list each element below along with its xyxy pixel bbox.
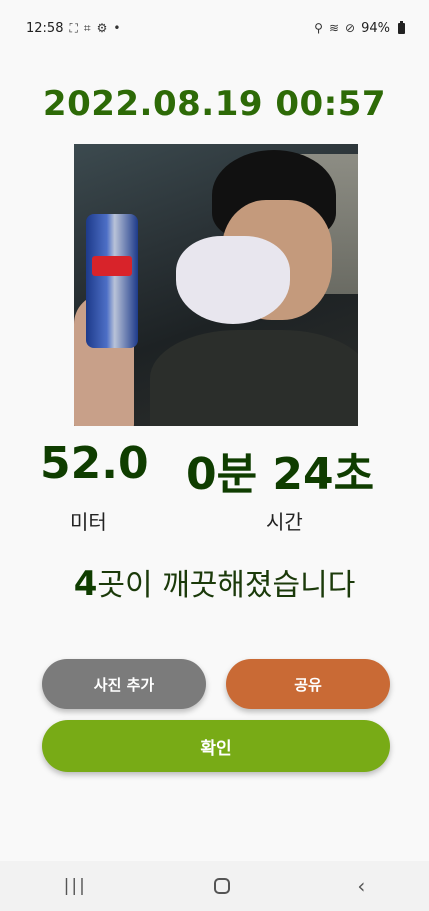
wifi-icon: ≋ — [328, 21, 340, 35]
home-icon[interactable] — [214, 878, 231, 894]
cleanup-summary: 4곳이 깨끗해졌습니다 — [0, 560, 429, 604]
add-photo-button[interactable]: 사진 추가 — [42, 659, 206, 709]
distance-value: 52.0 — [40, 438, 149, 489]
time-value: 0분 24초 — [186, 449, 375, 500]
summary-count: 4 — [73, 564, 98, 604]
recent-apps-icon[interactable]: ||| — [64, 876, 87, 896]
status-time: 12:58 — [26, 20, 64, 36]
confirm-button[interactable]: 확인 — [42, 720, 390, 772]
status-left: 12:58 ⛶ ⌗ ⚙ • — [26, 21, 120, 36]
location-icon: ⚲ — [314, 21, 323, 35]
record-photo — [74, 144, 358, 426]
battery-percent: 94% — [361, 20, 390, 36]
record-datetime: 2022.08.19 00:57 — [42, 84, 387, 124]
time-label: 시간 — [266, 510, 303, 534]
photo-mask — [176, 236, 290, 324]
back-icon[interactable]: ‹ — [357, 874, 365, 898]
screenshot-icon: ⛶ — [69, 20, 78, 35]
battery-icon — [398, 20, 405, 34]
share-button[interactable]: 공유 — [226, 659, 390, 709]
distance-label: 미터 — [70, 510, 107, 534]
status-right: ⚲ ≋ ⊘ 94% — [314, 20, 405, 36]
scan-icon: ⌗ — [83, 20, 91, 35]
navigation-bar: ||| ‹ — [0, 861, 429, 911]
status-bar: 12:58 ⛶ ⌗ ⚙ • ⚲ ≋ ⊘ 94% — [0, 0, 429, 56]
dot-icon: • — [113, 21, 121, 35]
photo-can-label — [92, 256, 132, 276]
summary-text: 곳이 깨끗해졌습니다 — [97, 568, 356, 603]
do-not-disturb-icon: ⊘ — [345, 21, 356, 35]
photo-shirt — [150, 330, 358, 426]
photo-can — [86, 214, 138, 348]
gear-icon: ⚙ — [96, 21, 108, 35]
